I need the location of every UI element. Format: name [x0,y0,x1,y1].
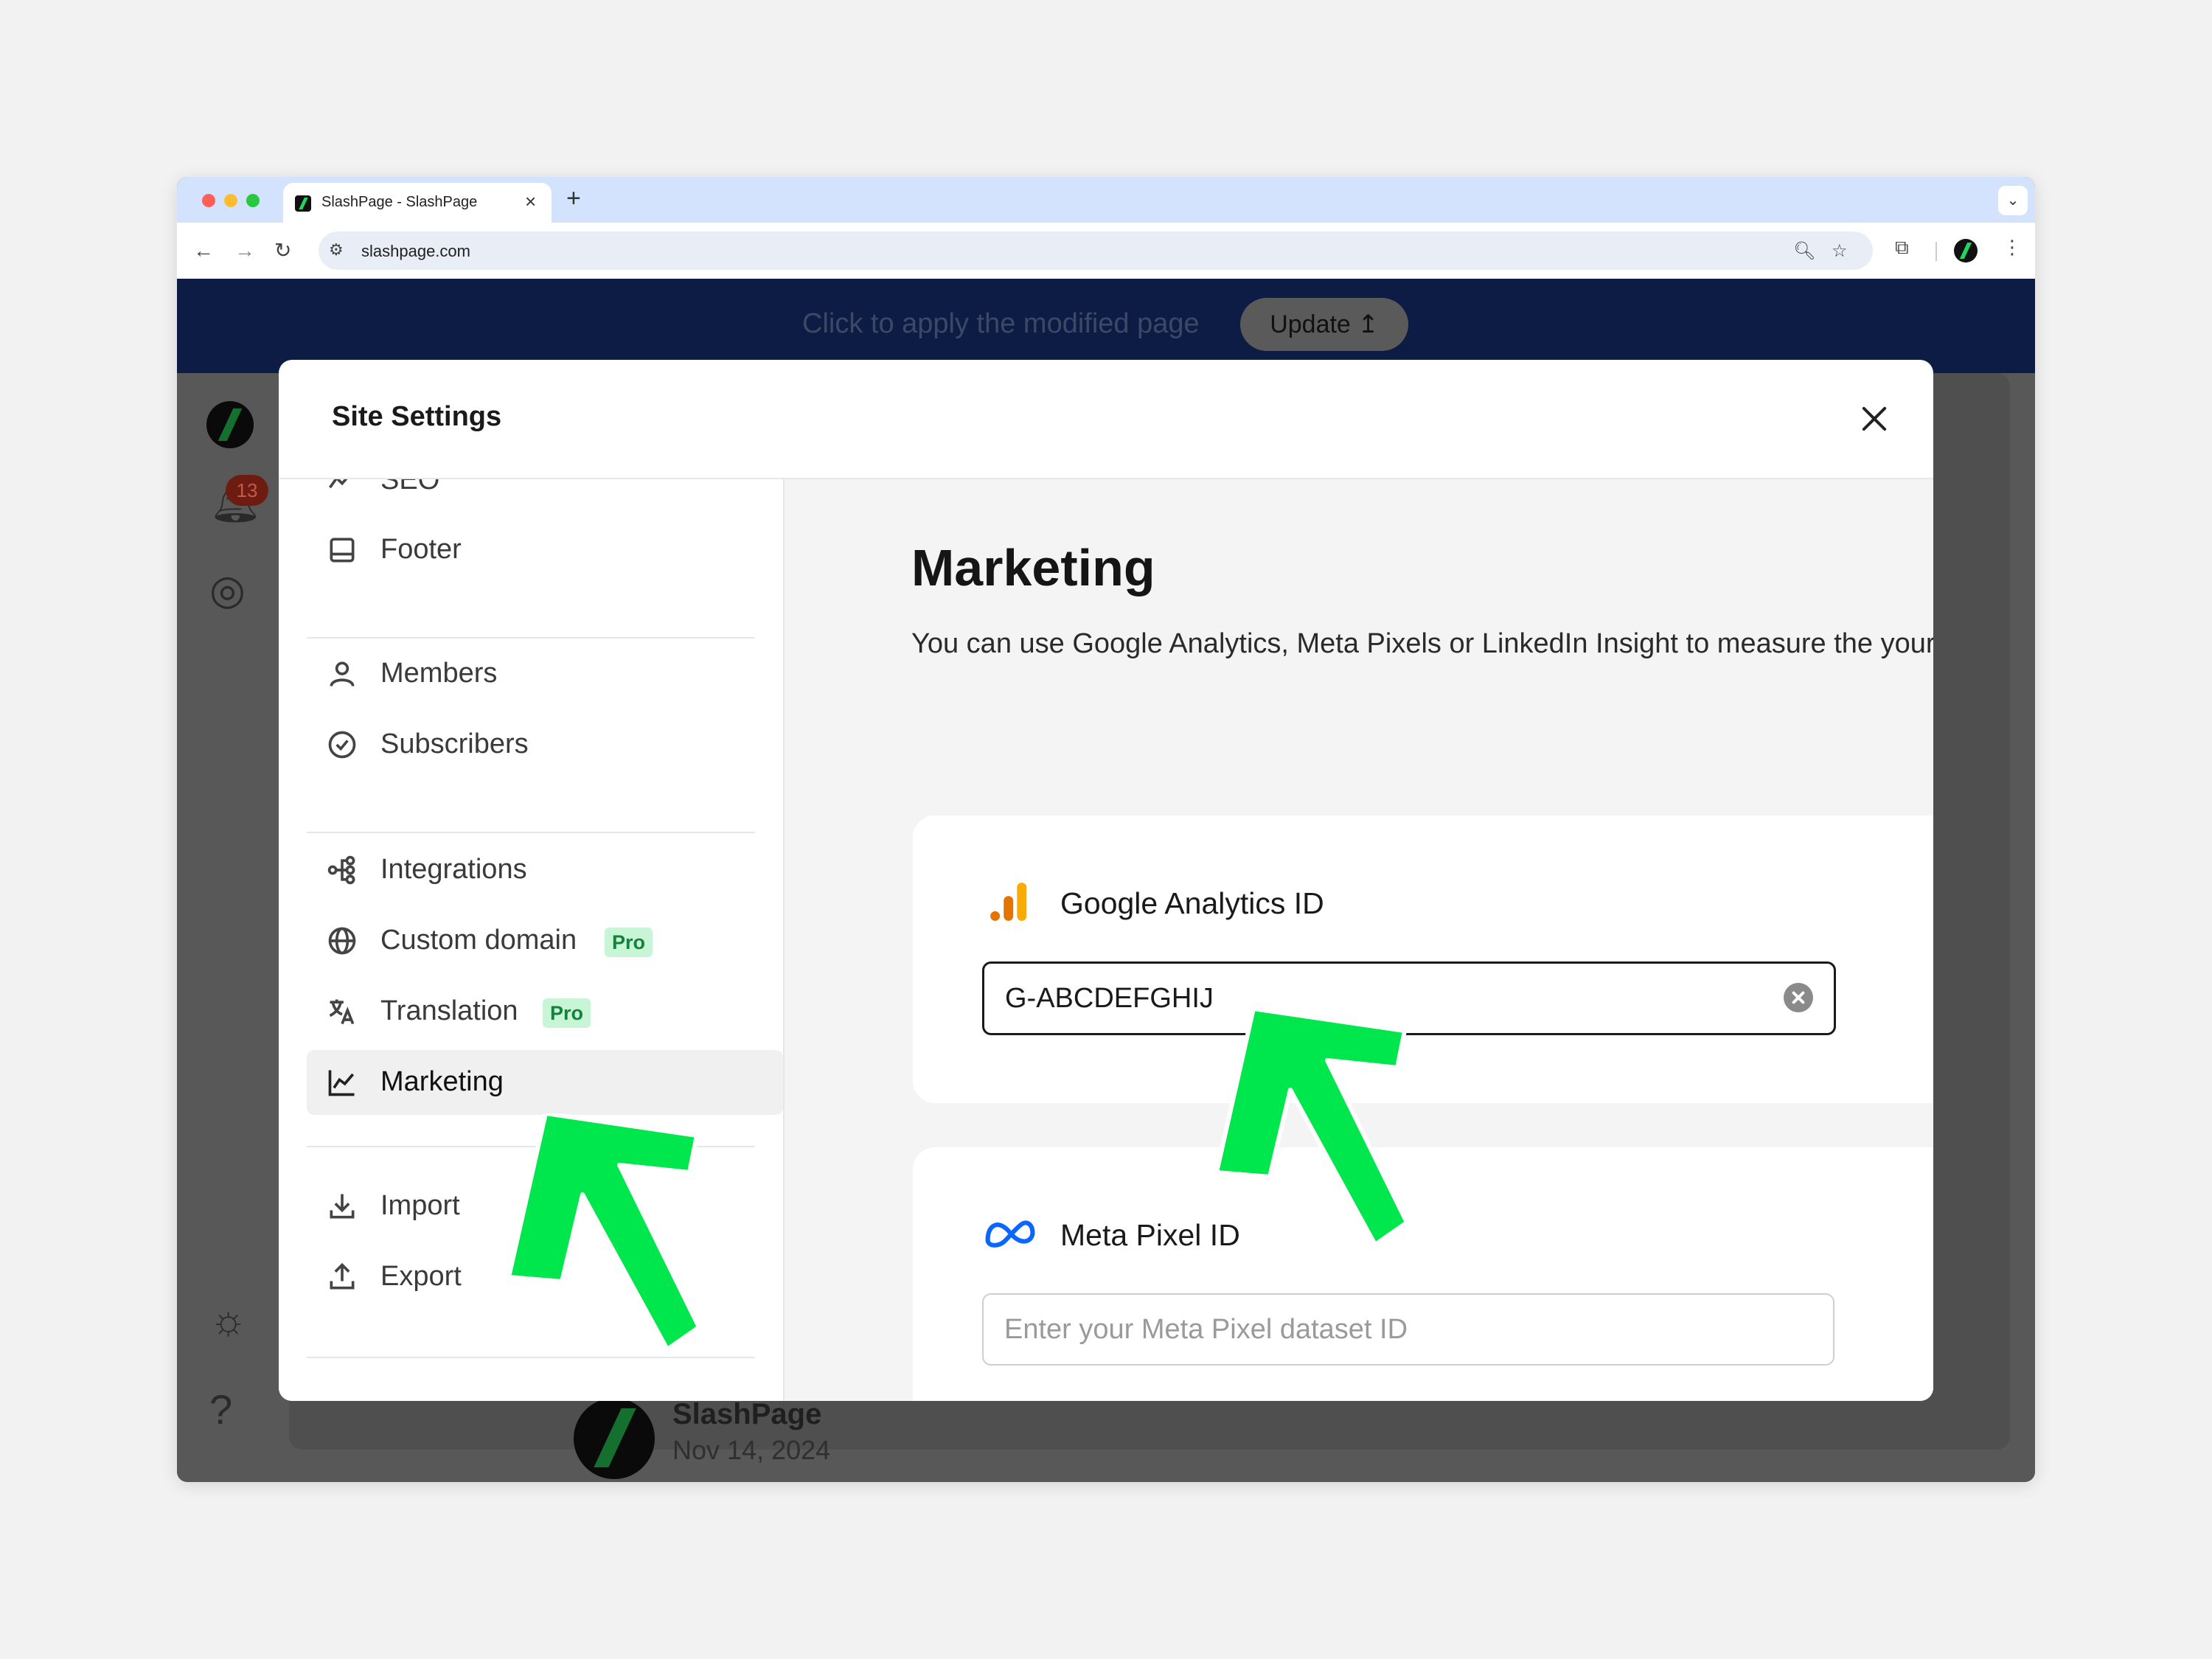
clear-input-icon[interactable] [1784,983,1813,1012]
compass-icon[interactable]: ◎ [209,569,246,611]
site-date: Nov 14, 2024 [672,1435,831,1465]
bookmark-star-icon[interactable]: ☆ [1832,240,1848,262]
pro-badge: Pro [605,928,653,957]
update-bar: Click to apply the modified page Update … [177,279,2035,373]
tab-search-chevron-icon[interactable]: ⌄ [1998,186,2028,215]
browser-tab[interactable]: SlashPage - SlashPage × [283,183,552,223]
annotation-arrow-sidebar [509,1113,701,1349]
upload-icon [330,1262,355,1290]
slashpage-favicon-icon [295,195,311,212]
sun-icon[interactable]: ☼ [209,1299,247,1340]
back-arrow-icon[interactable]: ← [193,236,214,265]
site-info-icon[interactable]: ⚙ [329,240,344,260]
google-analytics-card: Google Analytics ID G-ABCDEFGHIJ [913,815,1933,1103]
window-close-button[interactable] [202,194,215,207]
meta-pixel-label: Meta Pixel ID [1060,1218,1240,1252]
sidebar-item-label: Translation [380,995,518,1026]
meta-pixel-card: Meta Pixel ID Enter your Meta Pixel data… [913,1147,1933,1401]
sidebar-item-label: Import [380,1190,460,1221]
page-title: Marketing [911,539,1155,597]
globe-icon [328,927,356,955]
site-avatar [574,1398,655,1479]
slashpage-logo-icon[interactable] [206,401,254,448]
sidebar-item-label: Footer [380,534,462,565]
pro-badge: Pro [543,998,591,1028]
settings-content: Marketing You can use Google Analytics, … [785,479,1933,1401]
modal-title: Site Settings [332,401,502,432]
sidebar-item-integrations[interactable]: Integrations [307,838,783,902]
user-icon [330,661,355,687]
window-maximize-button[interactable] [246,194,260,207]
sidebar-divider [307,832,755,833]
sidebar-divider [307,637,755,639]
tab-title: SlashPage - SlashPage [321,194,478,210]
sidebar-item-subscribers[interactable]: Subscribers [307,712,783,777]
sidebar-item-custom-domain[interactable]: Custom domain Pro [307,908,783,973]
new-tab-button[interactable]: + [566,186,581,211]
google-analytics-label: Google Analytics ID [1060,886,1324,920]
sidebar-item-marketing[interactable]: Marketing [307,1050,783,1115]
tab-close-icon[interactable]: × [525,190,536,213]
meta-pixel-placeholder: Enter your Meta Pixel dataset ID [1004,1314,1408,1345]
profile-avatar-icon[interactable] [1954,239,1978,262]
site-name: SlashPage [672,1398,822,1430]
browser-toolbar: ← → ↻ ⚙ slashpage.com 🔍︎ ☆ ⧉ ⋮ [177,223,2035,279]
close-icon[interactable] [1851,395,1898,442]
sidebar-item-label: Marketing [380,1066,504,1097]
tab-strip: SlashPage - SlashPage × + ⌄ [177,177,2035,223]
sidebar-item-footer[interactable]: Footer [307,518,783,582]
sidebar-item-translation[interactable]: Translation Pro [307,979,783,1044]
update-message: Click to apply the modified page [802,308,1200,339]
google-analytics-icon [990,883,1027,921]
update-button[interactable]: Update ↥ [1240,298,1408,351]
window-minimize-button[interactable] [224,194,237,207]
sidebar-item-label: Integrations [380,854,527,885]
modal-header: Site Settings [279,360,1933,479]
integrations-icon [327,855,355,885]
zoom-icon[interactable]: 🔍︎ [1793,240,1815,262]
sidebar-item-label: SEO [380,479,440,495]
notification-badge: 13 [226,475,268,506]
sidebar-divider [307,1357,755,1358]
more-menu-icon[interactable]: ⋮ [2003,236,2022,259]
forward-arrow-icon[interactable]: → [234,236,255,265]
meta-logo-icon [985,1220,1035,1248]
sidebar-item-label: Custom domain [380,925,577,956]
help-icon[interactable]: ? [209,1389,232,1430]
toolbar-divider [1935,242,1937,261]
address-bar[interactable]: ⚙ slashpage.com 🔍︎ ☆ [319,232,1873,270]
chart-line-icon [328,1070,355,1096]
sidebar-item-seo[interactable]: SEO [307,479,783,513]
annotation-arrow-ga-field [1217,1009,1409,1245]
meta-pixel-id-input[interactable]: Enter your Meta Pixel dataset ID [982,1293,1834,1366]
check-circle-icon [328,731,356,759]
sidebar-item-label: Members [380,658,498,689]
reload-icon[interactable]: ↻ [274,236,291,265]
sidebar-item-label: Subscribers [380,728,529,759]
url-text: slashpage.com [361,242,470,260]
sidebar-item-label: Export [380,1261,462,1292]
extensions-icon[interactable]: ⧉ [1895,236,1909,260]
section-description: You can use Google Analytics, Meta Pixel… [911,628,1933,659]
translate-icon [329,999,355,1025]
google-analytics-id-value: G-ABCDEFGHIJ [1005,983,1214,1014]
footer-icon [330,538,355,563]
download-icon [330,1194,355,1219]
sidebar-item-members[interactable]: Members [307,641,783,706]
seo-icon [329,479,348,489]
